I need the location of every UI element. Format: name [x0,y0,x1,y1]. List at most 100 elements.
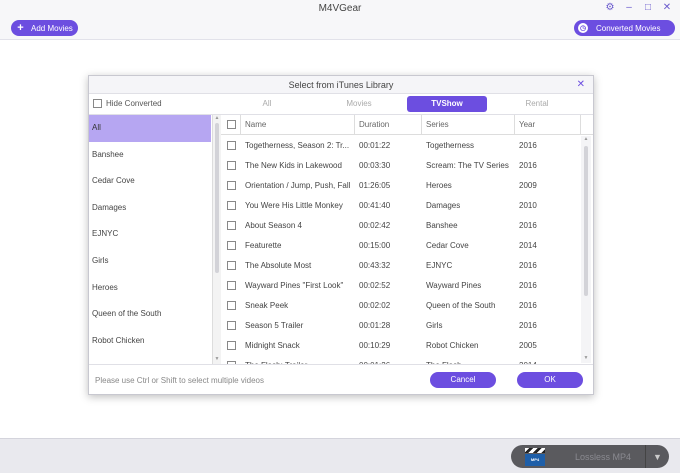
ok-button[interactable]: OK [517,372,583,388]
cell-duration: 00:01:22 [359,141,391,150]
cell-series: Queen of the South [426,301,496,310]
series-item-all[interactable]: All [89,115,211,142]
dialog-header: Select from iTunes Library ✕ [89,76,593,94]
row-checkbox[interactable] [227,261,236,270]
cell-name: Togetherness, Season 2: Tr... [245,141,350,150]
table-row[interactable]: The Absolute Most 00:43:32 EJNYC 2016 [221,256,581,276]
series-item[interactable]: Cedar Cove [89,168,211,195]
table-row[interactable]: Sneak Peek 00:02:02 Queen of the South 2016 [221,296,581,316]
series-item[interactable]: Robot Chicken [89,328,211,355]
minimize-icon[interactable]: – [624,3,634,13]
close-icon[interactable]: ✕ [662,3,672,13]
table-row[interactable]: Midnight Snack 00:10:29 Robot Chicken 2005 [221,336,581,356]
table-row[interactable]: You Were His Little Monkey 00:41:40 Damage… [221,196,581,216]
clapperboard-icon: MP4 [523,447,551,467]
converted-movies-label: Converted Movies [596,23,661,33]
column-duration[interactable]: Duration [355,115,422,135]
scroll-down-icon[interactable]: ▼ [214,356,220,362]
row-checkbox[interactable] [227,181,236,190]
column-name[interactable]: Name [241,115,355,135]
column-year[interactable]: Year [515,115,581,135]
row-checkbox[interactable] [227,161,236,170]
cell-duration: 00:03:30 [359,161,391,170]
tab-tvshow[interactable]: TVShow [407,96,487,112]
cell-duration: 00:01:28 [359,321,391,330]
series-item[interactable]: Queen of the South [89,301,211,328]
table-row[interactable]: Season 5 Trailer 00:01:28 Girls 2016 [221,316,581,336]
series-item[interactable]: Girls [89,248,211,275]
row-checkbox[interactable] [227,221,236,230]
cell-name: Midnight Snack [245,341,300,350]
scroll-thumb[interactable] [215,123,219,273]
cell-series: Heroes [426,181,452,190]
cell-series: Banshee [426,221,458,230]
hide-converted-checkbox[interactable] [93,99,102,108]
tab-all[interactable]: All [251,96,283,112]
output-format-select[interactable]: MP4 Lossless MP4 ▼ [511,445,669,468]
scroll-thumb[interactable] [584,146,588,296]
cell-duration: 00:41:40 [359,201,391,210]
cell-year: 2016 [519,141,537,150]
settings-icon[interactable]: ⚙ [605,3,615,13]
table-scrollbar[interactable]: ▲ ▼ [581,136,591,363]
table-row[interactable]: The Flash: Trailer 00:01:26 The Flash 2014 [221,356,581,364]
row-checkbox[interactable] [227,301,236,310]
cell-year: 2005 [519,341,537,350]
add-movies-button[interactable]: + Add Movies [11,20,78,36]
scroll-down-icon[interactable]: ▼ [583,355,589,361]
tab-rental[interactable]: Rental [517,96,557,112]
cell-duration: 00:43:32 [359,261,391,270]
row-checkbox[interactable] [227,141,236,150]
series-item[interactable]: Banshee [89,142,211,169]
itunes-library-dialog: Select from iTunes Library ✕ Hide Conver… [88,75,594,395]
scroll-up-icon[interactable]: ▲ [214,115,220,121]
tab-movies[interactable]: Movies [339,96,379,112]
series-item[interactable]: Damages [89,195,211,222]
close-icon[interactable]: ✕ [577,79,585,90]
hide-converted-toggle[interactable]: Hide Converted [93,99,162,108]
title-bar: M4VGear ⚙ – □ ✕ [0,0,680,18]
row-checkbox[interactable] [227,281,236,290]
cell-name: About Season 4 [245,221,302,230]
cell-series: Girls [426,321,443,330]
cell-name: Wayward Pines "First Look" [245,281,344,290]
row-checkbox[interactable] [227,341,236,350]
cell-name: Season 5 Trailer [245,321,304,330]
row-checkbox[interactable] [227,241,236,250]
cell-year: 2016 [519,221,537,230]
column-series[interactable]: Series [422,115,515,135]
row-checkbox[interactable] [227,361,236,364]
cell-year: 2016 [519,161,537,170]
cell-year: 2009 [519,181,537,190]
table-row[interactable]: Featurette 00:15:00 Cedar Cove 2014 [221,236,581,256]
table-row[interactable]: Togetherness, Season 2: Tr... 00:01:22 Tog… [221,136,581,156]
cell-name: Featurette [245,241,282,250]
plus-icon: + [17,22,24,34]
cell-duration: 00:15:00 [359,241,391,250]
series-item[interactable]: Heroes [89,275,211,302]
row-checkbox[interactable] [227,321,236,330]
series-scrollbar[interactable]: ▲ ▼ [213,115,221,364]
table-row[interactable]: Orientation / Jump, Push, Fall 01:26:05 He… [221,176,581,196]
table-row[interactable]: The New Kids in Lakewood 00:03:30 Scream: … [221,156,581,176]
toolbar: + Add Movies ◷ Converted Movies [0,18,680,40]
cell-series: Togetherness [426,141,475,150]
series-item[interactable]: EJNYC [89,221,211,248]
window-controls: ⚙ – □ ✕ [605,3,672,13]
table-row[interactable]: Wayward Pines "First Look" 00:02:52 Waywar… [221,276,581,296]
series-list: All Banshee Cedar Cove Damages EJNYC Gir… [89,115,213,364]
cell-year: 2016 [519,321,537,330]
scroll-up-icon[interactable]: ▲ [583,136,589,142]
clock-icon: ◷ [578,23,588,33]
cancel-button[interactable]: Cancel [430,372,496,388]
converted-movies-button[interactable]: ◷ Converted Movies [574,20,675,36]
cell-duration: 00:02:02 [359,301,391,310]
row-checkbox[interactable] [227,201,236,210]
table-row[interactable]: About Season 4 00:02:42 Banshee 2016 [221,216,581,236]
chevron-down-icon[interactable]: ▼ [645,445,669,468]
cell-series: The Flash [426,356,514,364]
maximize-icon[interactable]: □ [643,3,653,13]
select-all-checkbox[interactable] [227,120,236,129]
selection-hint: Please use Ctrl or Shift to select multi… [95,376,264,385]
cell-name: The New Kids in Lakewood [245,161,342,170]
